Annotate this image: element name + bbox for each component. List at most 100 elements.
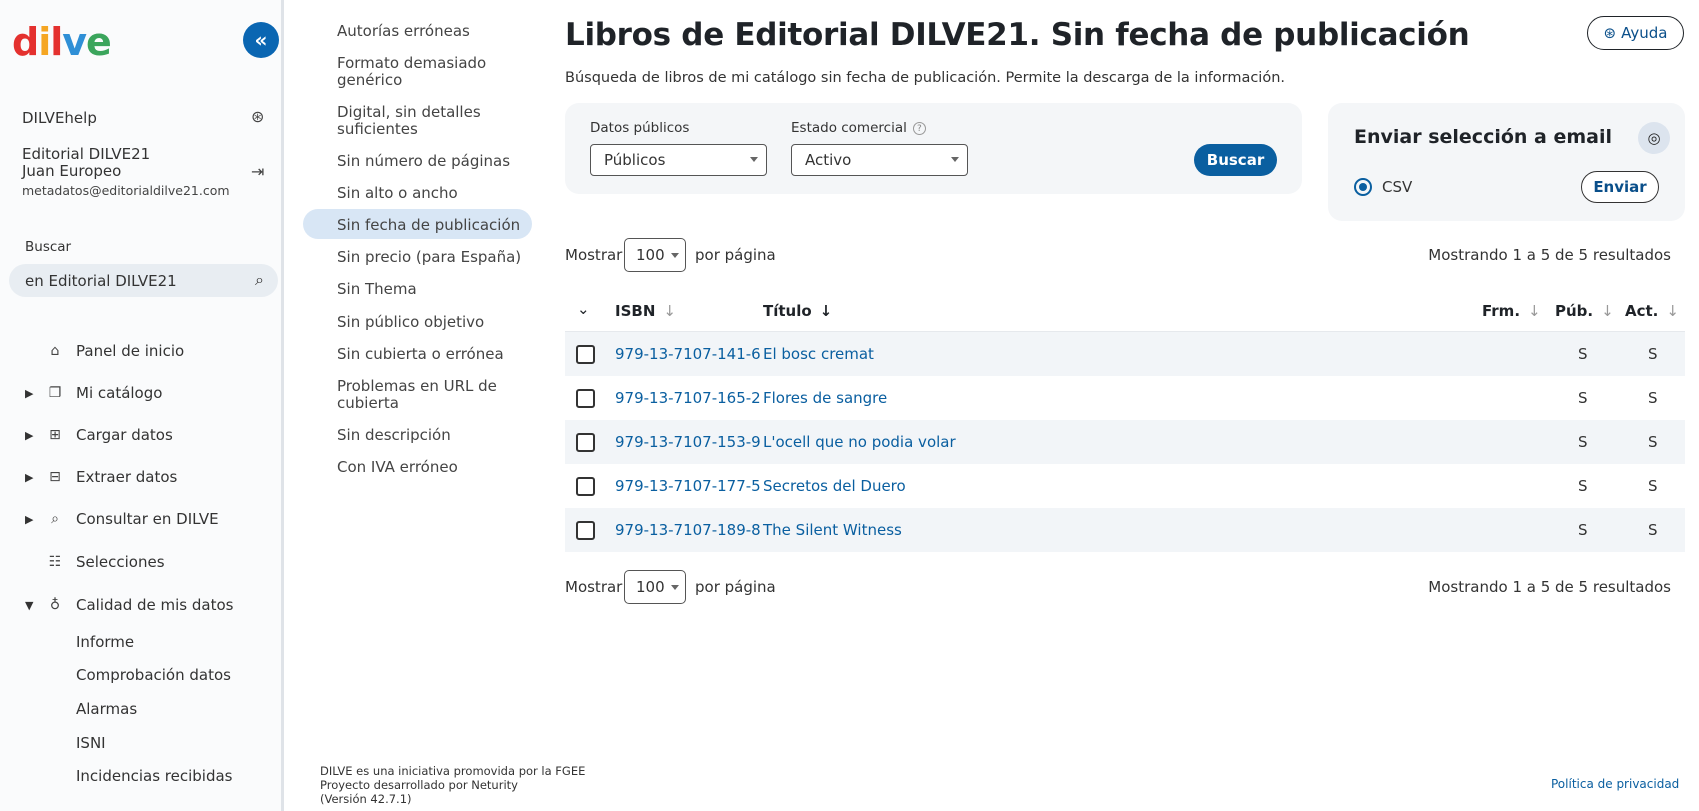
per-page-select[interactable]: 100 — [624, 570, 686, 604]
row-checkbox[interactable] — [576, 345, 595, 364]
nav-selecciones[interactable]: ☷ Selecciones — [0, 545, 284, 579]
check-item[interactable]: Sin precio (para España) — [300, 249, 532, 266]
caret-right-icon: ▶ — [25, 428, 34, 442]
col-title[interactable]: Título ↓ — [763, 302, 832, 320]
col-label: Título — [763, 302, 812, 320]
email-panel: Enviar selección a email ◎ CSV Enviar — [1328, 103, 1685, 221]
pager-top: Mostrar 100 por página Mostrando 1 a 5 d… — [565, 238, 1685, 272]
title-link[interactable]: Secretos del Duero — [763, 477, 906, 495]
row-checkbox[interactable] — [576, 521, 595, 540]
table-row: 979-13-7107-189-8 The Silent Witness S S — [565, 508, 1685, 552]
caret-right-icon: ▶ — [25, 470, 34, 484]
search-button[interactable]: Buscar — [1194, 144, 1277, 176]
search-input[interactable]: en Editorial DILVE21 ⌕ — [9, 264, 278, 297]
check-item[interactable]: Con IVA erróneo — [300, 459, 532, 476]
footer-version: (Versión 42.7.1) — [320, 792, 412, 806]
send-button[interactable]: Enviar — [1581, 171, 1659, 203]
user-name: Juan Europeo — [22, 162, 122, 180]
dropdown-arrow-icon — [671, 585, 679, 590]
dropdown-arrow-icon — [671, 253, 679, 258]
logo-letter: v — [62, 20, 87, 64]
check-item[interactable]: Digital, sin detalles suficientes — [300, 104, 500, 138]
table-row: 979-13-7107-141-6 El bosc cremat S S — [565, 332, 1685, 376]
sub-isni[interactable]: ISNI — [0, 727, 284, 759]
target-icon[interactable]: ◎ — [1638, 122, 1670, 154]
status-select[interactable]: Activo — [791, 144, 968, 176]
col-label: Frm. — [1482, 302, 1521, 320]
pub-value: S — [1578, 345, 1588, 363]
check-item[interactable]: Formato demasiado genérico — [300, 55, 500, 89]
chevron-down-icon[interactable]: ⌄ — [577, 300, 590, 318]
search-icon[interactable]: ⌕ — [255, 270, 264, 290]
csv-radio[interactable] — [1354, 178, 1372, 196]
pub-value: S — [1578, 389, 1588, 407]
nav-extraer-datos[interactable]: ▶ ⊟ Extraer datos — [0, 460, 284, 494]
col-act[interactable]: Act. ↓ — [1625, 302, 1679, 320]
isbn-link[interactable]: 979-13-7107-153-9 — [615, 433, 761, 451]
lifebuoy-icon[interactable]: ⊛ — [251, 107, 264, 126]
filter-panel: Datos públicos Públicos Estado comercial… — [565, 103, 1302, 194]
logo-letter: i — [38, 20, 51, 64]
status-label: Estado comercial? — [791, 120, 926, 136]
row-checkbox[interactable] — [576, 389, 595, 408]
logo-letter: d — [12, 20, 39, 64]
act-value: S — [1648, 521, 1658, 539]
sub-label: Alarmas — [76, 700, 138, 718]
check-item[interactable]: Sin alto o ancho — [300, 185, 532, 202]
nav-panel-inicio[interactable]: ⌂ Panel de inicio — [0, 334, 284, 368]
check-item[interactable]: Sin número de páginas — [300, 153, 532, 170]
nav-label: Extraer datos — [76, 468, 178, 486]
collapse-sidebar-button[interactable]: « — [243, 22, 279, 58]
nav-cargar-datos[interactable]: ▶ ⊞ Cargar datos — [0, 418, 284, 452]
table-header: ⌄ ISBN ↓ Título ↓ Frm. ↓ Púb. ↓ Act. ↓ — [565, 290, 1685, 332]
check-item[interactable]: Sin público objetivo — [300, 314, 532, 331]
nav-calidad-datos[interactable]: ▼ ♁ Calidad de mis datos — [0, 588, 284, 622]
sub-label: Comprobación datos — [76, 666, 231, 684]
page-description: Búsqueda de libros de mi catálogo sin fe… — [565, 70, 1286, 86]
title-link[interactable]: L'ocell que no podia volar — [763, 433, 956, 451]
nav-consultar-dilve[interactable]: ▶ ⌕ Consultar en DILVE — [0, 502, 284, 536]
row-checkbox[interactable] — [576, 433, 595, 452]
isbn-link[interactable]: 979-13-7107-189-8 — [615, 521, 761, 539]
check-item[interactable]: Sin cubierta o errónea — [300, 346, 532, 363]
nav-label: Selecciones — [76, 553, 165, 571]
isbn-link[interactable]: 979-13-7107-177-5 — [615, 477, 761, 495]
pager-per-page-label: por página — [695, 578, 776, 596]
help-button-label: Ayuda — [1621, 24, 1668, 42]
title-link[interactable]: The Silent Witness — [763, 521, 902, 539]
row-checkbox[interactable] — [576, 477, 595, 496]
col-isbn[interactable]: ISBN ↓ — [615, 302, 676, 320]
results-count: Mostrando 1 a 5 de 5 resultados — [1428, 246, 1671, 264]
help-question-icon[interactable]: ? — [912, 122, 926, 135]
title-link[interactable]: El bosc cremat — [763, 345, 874, 363]
help-button[interactable]: ⊛ Ayuda — [1587, 16, 1684, 50]
nav-label: Cargar datos — [76, 426, 173, 444]
public-data-select[interactable]: Públicos — [590, 144, 767, 176]
caret-right-icon: ▶ — [25, 386, 34, 400]
check-item[interactable]: Autorías erróneas — [300, 23, 532, 40]
sub-comprobacion-datos[interactable]: Comprobación datos — [0, 659, 284, 691]
sub-alarmas[interactable]: Alarmas — [0, 693, 284, 725]
sub-incidencias[interactable]: Incidencias recibidas — [0, 760, 284, 792]
logout-icon[interactable]: ⇥ — [251, 162, 264, 181]
per-page-select[interactable]: 100 — [624, 238, 686, 272]
check-item[interactable]: Sin descripción — [300, 427, 532, 444]
check-item[interactable]: Sin Thema — [300, 281, 532, 298]
dilve-logo[interactable]: dilve — [12, 20, 112, 64]
sub-label: Informe — [76, 633, 135, 651]
isbn-link[interactable]: 979-13-7107-141-6 — [615, 345, 761, 363]
col-frm[interactable]: Frm. ↓ — [1482, 302, 1541, 320]
user-company: Editorial DILVE21 — [22, 145, 151, 163]
nav-mi-catalogo[interactable]: ▶ ❐ Mi catálogo — [0, 376, 284, 410]
dilvehelp-link[interactable]: DILVEhelp — [22, 109, 97, 127]
col-pub[interactable]: Púb. ↓ — [1555, 302, 1614, 320]
sub-informe[interactable]: Informe — [0, 626, 284, 658]
search-scope: en Editorial DILVE21 — [25, 271, 177, 290]
check-item[interactable]: Problemas en URL de cubierta — [300, 378, 500, 412]
csv-label: CSV — [1382, 178, 1413, 196]
title-link[interactable]: Flores de sangre — [763, 389, 887, 407]
caret-down-icon: ▼ — [25, 598, 34, 612]
privacy-link[interactable]: Política de privacidad — [1551, 777, 1679, 791]
check-item-active[interactable]: Sin fecha de publicación — [300, 209, 532, 239]
isbn-link[interactable]: 979-13-7107-165-2 — [615, 389, 761, 407]
